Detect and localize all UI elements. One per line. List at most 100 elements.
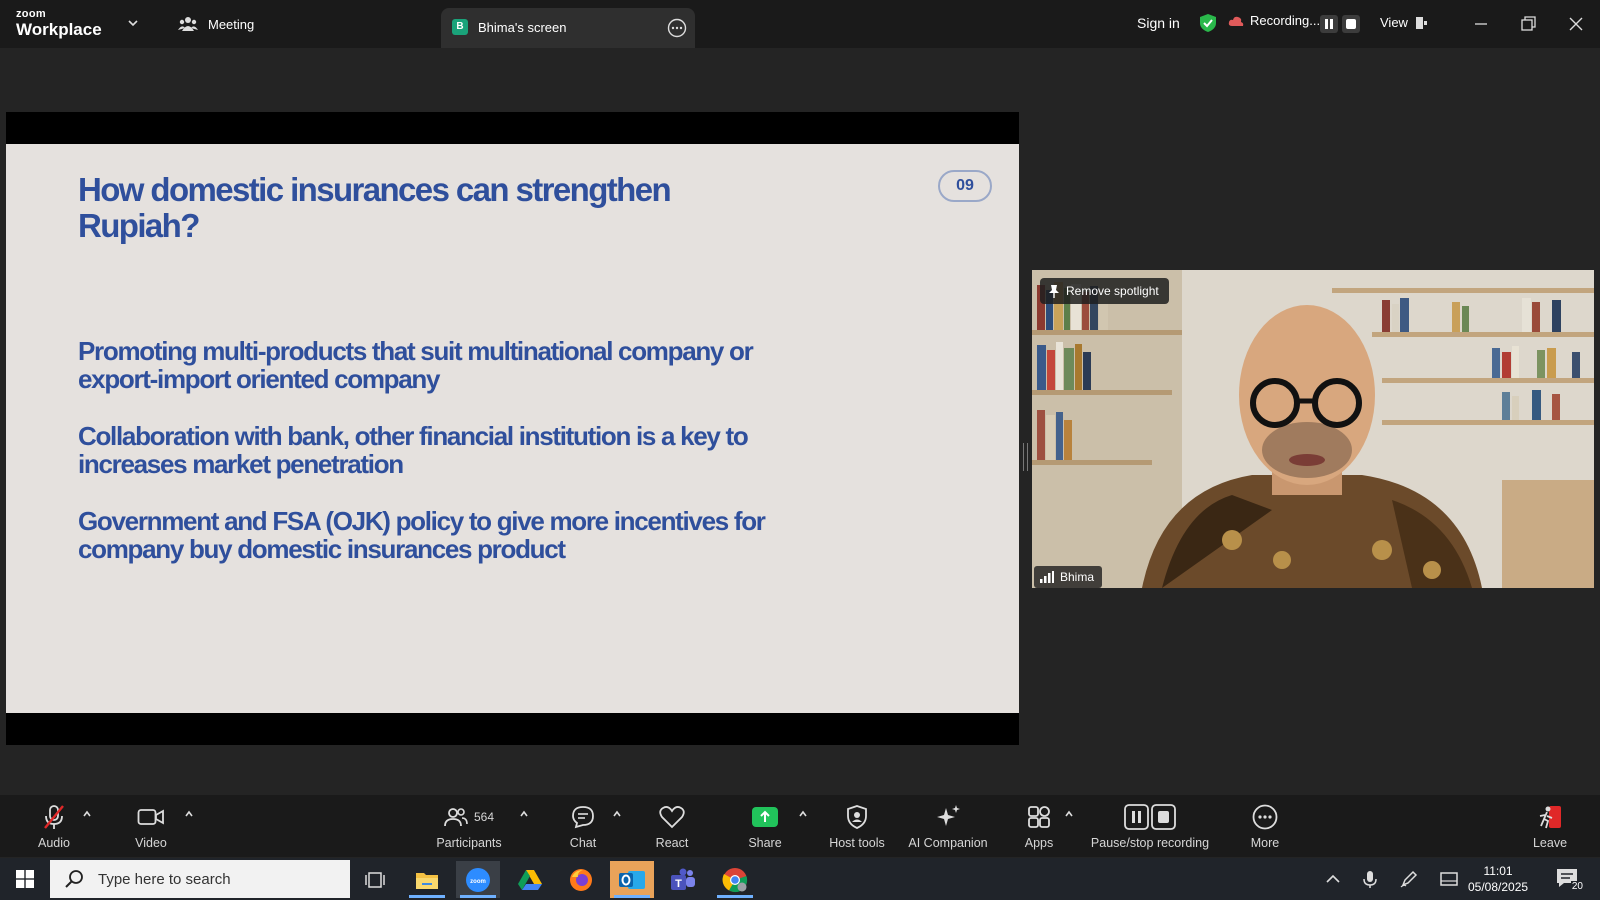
taskbar-google-drive[interactable] [508, 861, 552, 898]
participants-label: Participants [436, 836, 502, 850]
sign-in-button[interactable]: Sign in [1137, 15, 1180, 31]
svg-text:T: T [675, 878, 682, 890]
chevron-up-icon[interactable] [1324, 870, 1342, 888]
taskbar-zoom[interactable]: zoom [456, 861, 500, 898]
minimize-icon[interactable] [1471, 14, 1491, 34]
heart-icon [659, 806, 685, 829]
chat-button[interactable]: Chat [563, 803, 603, 850]
close-icon[interactable] [1566, 14, 1586, 34]
microphone-icon[interactable] [1361, 870, 1379, 888]
slide-bullet: Collaboration with bank, other financial… [78, 421, 749, 479]
meeting-tab-label: Meeting [208, 16, 255, 32]
firefox-icon [570, 868, 592, 891]
panel-resize-handle[interactable] [1023, 443, 1028, 471]
taskbar-search-box[interactable]: Type here to search [50, 860, 350, 898]
pause-recording-button[interactable] [1320, 15, 1338, 33]
view-label: View [1380, 15, 1408, 30]
chat-label: Chat [569, 836, 597, 850]
chrome-icon [722, 867, 748, 892]
slide-bullet-list: Promoting multi-products that suit multi… [78, 337, 818, 592]
chevron-up-icon[interactable] [184, 809, 194, 819]
share-screen-icon [752, 807, 778, 827]
chevron-down-icon[interactable] [127, 17, 139, 29]
host-shield-icon [847, 805, 867, 829]
audio-button[interactable]: Audio [34, 803, 74, 850]
more-options-icon[interactable] [667, 18, 687, 38]
taskbar-outlook[interactable] [610, 861, 654, 898]
windows-taskbar: Type here to search zoom T 11:01 05/08/2… [0, 858, 1600, 900]
participants-button[interactable]: 564 Participants [432, 803, 506, 850]
view-button[interactable]: View [1380, 15, 1428, 30]
zoom-app-icon: zoom [466, 867, 490, 892]
outlook-icon [619, 870, 645, 889]
search-icon [65, 870, 83, 888]
windows-start-icon[interactable] [16, 870, 34, 888]
clock-time: 11:01 [1483, 864, 1513, 878]
task-view-button[interactable] [353, 861, 397, 898]
host-tools-button[interactable]: Host tools [825, 803, 889, 850]
slide-bullet: Government and FSA (OJK) policy to give … [78, 506, 766, 564]
chevron-up-icon[interactable] [519, 809, 529, 819]
chevron-up-icon[interactable] [612, 809, 622, 819]
ai-companion-label: AI Companion [908, 836, 988, 850]
spotlight-label: Remove spotlight [1066, 284, 1159, 298]
recording-controls-icon [1124, 804, 1176, 830]
ai-companion-button[interactable]: AI Companion [906, 803, 990, 850]
tab-bhimas-screen[interactable]: B Bhima's screen [441, 8, 695, 48]
meeting-tab[interactable]: Meeting [178, 16, 254, 32]
zoom-workplace-logo: zoom Workplace [16, 9, 102, 39]
stop-recording-button[interactable] [1342, 15, 1360, 33]
participant-count: 564 [473, 810, 495, 824]
presentation-slide: How domestic insurances can strengthen R… [6, 144, 1019, 713]
logo-bottom-text: Workplace [16, 20, 102, 39]
pause-icon [1325, 19, 1333, 29]
leave-button[interactable]: Leave [1530, 803, 1570, 850]
more-label: More [1250, 836, 1280, 850]
chevron-up-icon[interactable] [1064, 809, 1074, 819]
chevron-up-icon[interactable] [82, 809, 92, 819]
slide-bullet: Promoting multi-products that suit multi… [78, 336, 754, 394]
recording-indicator[interactable]: Recording... [1228, 13, 1320, 28]
remove-spotlight-button[interactable]: Remove spotlight [1040, 278, 1169, 304]
chat-bubble-icon [572, 806, 594, 829]
more-dots-icon [1252, 804, 1278, 830]
host-tools-label: Host tools [829, 836, 885, 850]
leave-exit-icon [1539, 806, 1561, 829]
video-camera-icon [137, 809, 164, 825]
react-button[interactable]: React [652, 803, 692, 850]
restore-icon[interactable] [1518, 14, 1538, 34]
tab-badge: B [452, 19, 468, 35]
apps-grid-icon [1028, 806, 1050, 828]
tab-label: Bhima's screen [478, 20, 567, 35]
view-layout-icon [1415, 16, 1427, 29]
microphone-muted-icon [44, 805, 64, 829]
taskbar-firefox[interactable] [559, 861, 603, 898]
clock-date: 05/08/2025 [1468, 880, 1529, 894]
participants-icon [444, 808, 468, 827]
apps-button[interactable]: Apps [1019, 803, 1059, 850]
signal-strength-icon [1040, 571, 1054, 583]
notification-center-button[interactable]: 20 [1556, 868, 1584, 892]
recording-label: Recording... [1250, 13, 1321, 28]
system-clock[interactable]: 11:01 05/08/2025 [1468, 863, 1528, 895]
chevron-up-icon[interactable] [798, 809, 808, 819]
share-button[interactable]: Share [745, 803, 785, 850]
taskbar-chrome[interactable] [713, 861, 757, 898]
pen-icon[interactable] [1400, 870, 1418, 888]
pin-icon [1049, 285, 1059, 298]
sparkle-icon [937, 805, 960, 826]
participant-video-tile[interactable]: Remove spotlight Bhima [1032, 270, 1594, 588]
slide-title: How domestic insurances can strengthen R… [78, 171, 672, 244]
apps-label: Apps [1024, 836, 1054, 850]
pause-stop-label: Pause/stop recording [1090, 836, 1210, 850]
video-button[interactable]: Video [131, 803, 171, 850]
taskbar-file-explorer[interactable] [405, 861, 449, 898]
shield-check-icon[interactable] [1198, 13, 1218, 33]
more-button[interactable]: More [1245, 803, 1285, 850]
pause-stop-recording-button[interactable]: Pause/stop recording [1090, 803, 1210, 850]
touch-keyboard-icon[interactable] [1440, 870, 1458, 888]
video-label: Video [135, 836, 167, 850]
meeting-controls-toolbar: Audio Video 564 Participants Chat React … [0, 795, 1600, 857]
taskbar-teams[interactable]: T [661, 861, 705, 898]
cloud-recording-icon [1228, 16, 1244, 26]
